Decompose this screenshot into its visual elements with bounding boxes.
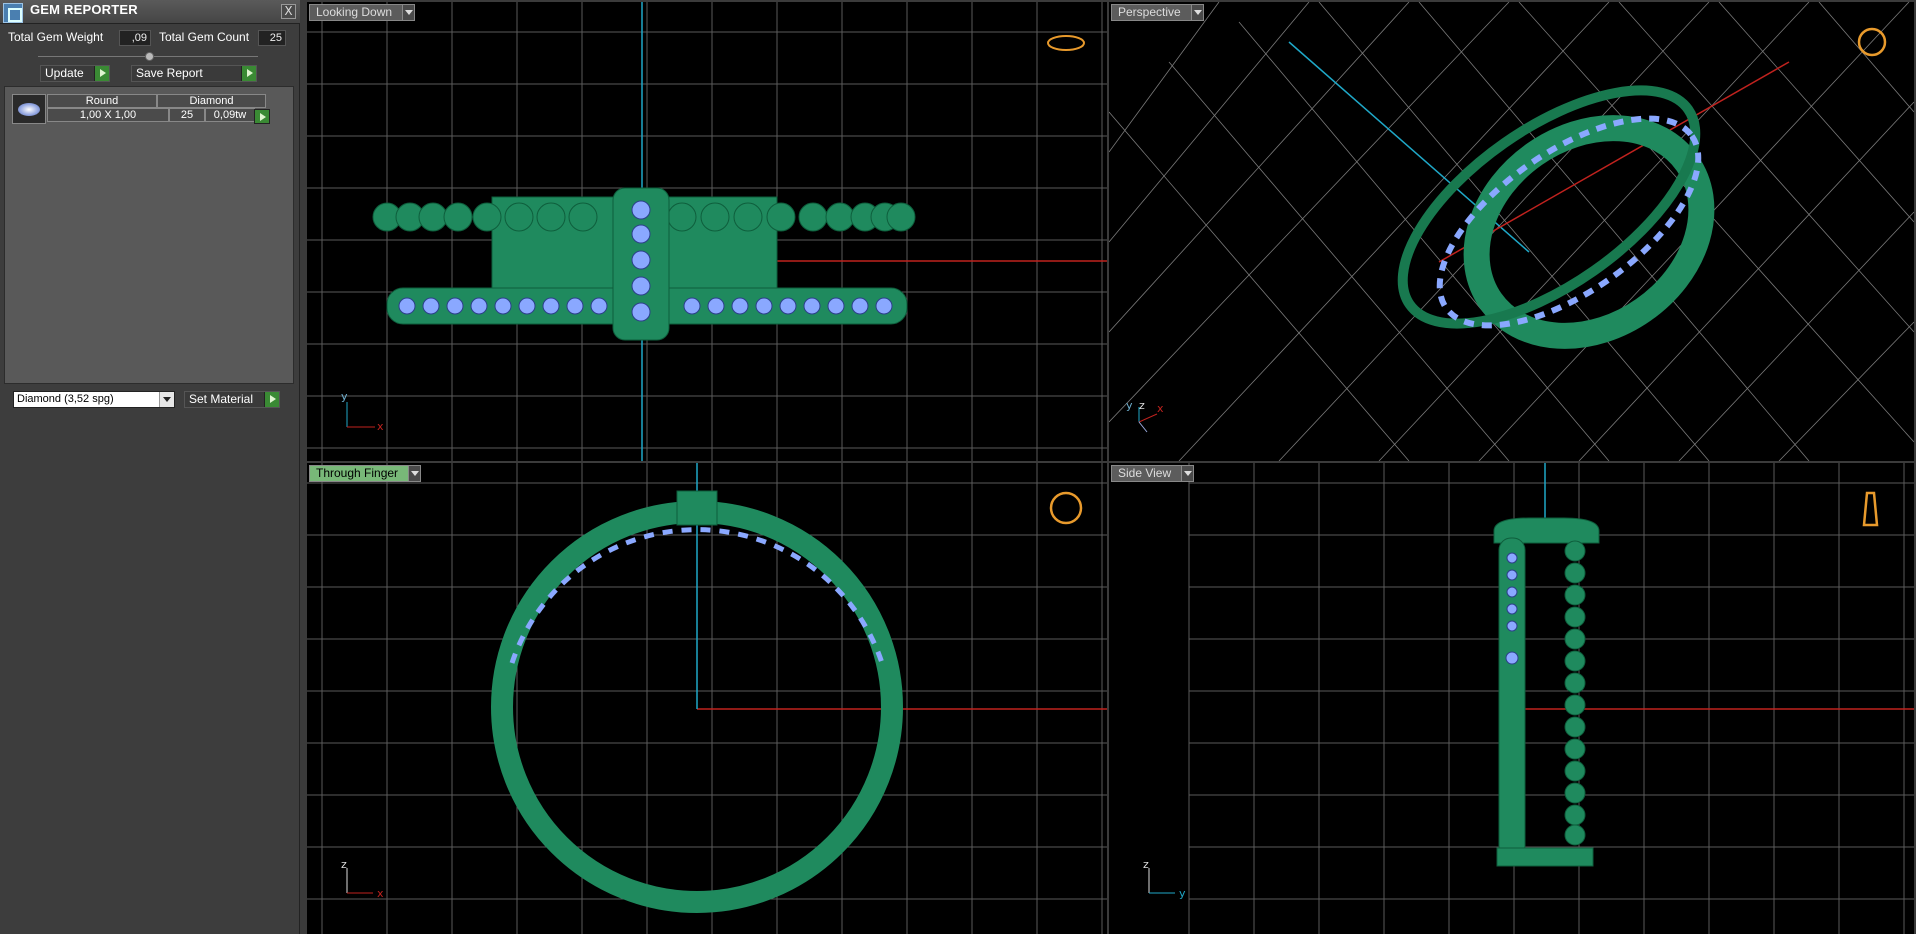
- gem-reporter-icon: [3, 3, 23, 23]
- save-report-button[interactable]: Save Report: [131, 65, 257, 82]
- app-window: GEM REPORTER X Total Gem Weight ,09 Tota…: [0, 0, 1916, 934]
- viewport-perspective[interactable]: y z x Perspective: [1109, 2, 1914, 461]
- axis-label-b: x: [377, 887, 384, 900]
- side-shank-bottom: [1496, 847, 1594, 867]
- ring-view-icon[interactable]: [1047, 35, 1085, 51]
- play-icon: [94, 66, 109, 81]
- chevron-down-icon: [408, 466, 421, 481]
- viewport-looking-down[interactable]: y x Looking Down: [307, 2, 1107, 461]
- top-setting: [676, 490, 718, 526]
- axis-gizmo: [1148, 868, 1175, 894]
- chevron-down-icon: [159, 392, 174, 407]
- axis-label-a: z: [1143, 858, 1149, 871]
- gem-count: 25: [169, 108, 205, 122]
- play-icon: [241, 66, 256, 81]
- gem-size: 1,00 X 1,00: [47, 108, 169, 122]
- material-select[interactable]: Diamond (3,52 spg): [13, 391, 175, 408]
- side-view-canvas: [1148, 463, 1914, 934]
- through-finger-canvas: [307, 463, 1107, 934]
- perspective-canvas: [1109, 2, 1914, 461]
- ring-view-icon[interactable]: [1862, 491, 1879, 527]
- viewport-mode-label: Looking Down: [316, 5, 393, 19]
- total-weight-label: Total Gem Weight: [8, 30, 104, 44]
- viewport-mode-button[interactable]: Looking Down: [309, 4, 416, 21]
- viewport-mode-label: Perspective: [1118, 5, 1181, 19]
- looking-down-canvas: [307, 2, 1107, 461]
- viewport-mode-button[interactable]: Through Finger: [309, 465, 422, 482]
- play-icon: [264, 392, 279, 407]
- chevron-down-icon: [402, 5, 415, 20]
- total-weight-value: ,09: [119, 30, 151, 46]
- save-report-label: Save Report: [136, 66, 203, 80]
- update-button[interactable]: Update: [40, 65, 110, 82]
- viewport-mode-button[interactable]: Perspective: [1111, 4, 1204, 21]
- panel-title: GEM REPORTER: [30, 2, 138, 17]
- viewport-mode-button[interactable]: Side View: [1111, 465, 1195, 482]
- play-icon[interactable]: [254, 109, 270, 124]
- update-label: Update: [45, 66, 84, 80]
- chevron-down-icon: [1190, 5, 1203, 20]
- viewport-through-finger[interactable]: z x Through Finger: [307, 463, 1107, 934]
- panel-titlebar: GEM REPORTER X: [0, 0, 300, 24]
- axis-label-b: z: [1139, 399, 1145, 412]
- gem-list: Round Diamond 1,00 X 1,00 25 0,09tw: [4, 86, 294, 384]
- round-gem-icon[interactable]: [12, 94, 46, 124]
- gem-reporter-panel: GEM REPORTER X Total Gem Weight ,09 Tota…: [0, 0, 300, 934]
- axis-label-b: x: [377, 420, 384, 433]
- viewport-side-view[interactable]: z y Side View: [1109, 463, 1914, 934]
- set-material-label: Set Material: [189, 392, 254, 406]
- perspective-grid: [1109, 2, 1914, 461]
- axis-label-a: y: [1126, 399, 1133, 412]
- axis-label-a: z: [341, 858, 347, 871]
- grid: [307, 463, 1107, 934]
- axis-label-c: x: [1157, 402, 1164, 415]
- gem-material: Diamond: [157, 94, 266, 108]
- gem-shape: Round: [47, 94, 157, 108]
- viewport-mode-label: Side View: [1118, 466, 1172, 480]
- divider-handle[interactable]: [145, 52, 154, 61]
- axis-label-b: y: [1179, 887, 1186, 900]
- axis-gizmo: [346, 868, 373, 894]
- viewport-mode-label: Through Finger: [316, 466, 399, 480]
- chevron-down-icon: [1181, 466, 1194, 481]
- set-material-button[interactable]: Set Material: [184, 391, 280, 408]
- material-select-value: Diamond (3,52 spg): [17, 393, 114, 405]
- axis-label-a: y: [341, 390, 348, 403]
- ring-view-icon[interactable]: [1049, 491, 1083, 525]
- gem-weight: 0,09tw: [205, 108, 255, 122]
- total-count-label: Total Gem Count: [159, 30, 250, 44]
- total-count-value: 25: [258, 30, 286, 46]
- axis-gizmo: [346, 402, 375, 428]
- side-shank-left: [1498, 537, 1526, 859]
- close-icon[interactable]: X: [281, 4, 296, 19]
